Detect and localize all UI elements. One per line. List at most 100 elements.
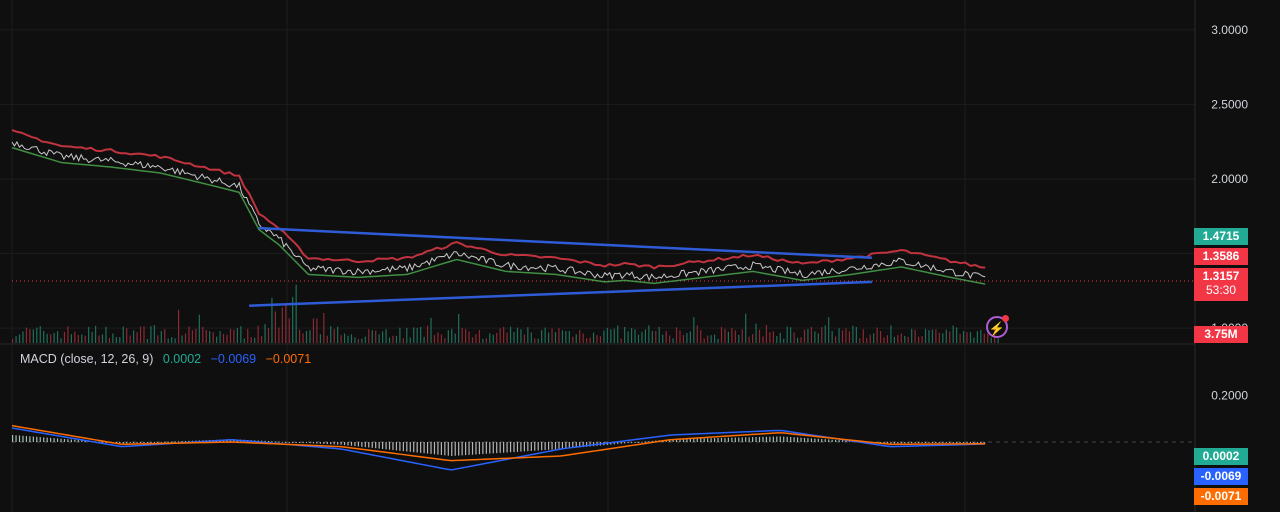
macd-hist-bar (800, 437, 802, 442)
macd-hist-bar (174, 441, 176, 443)
macd-hist-bar (883, 442, 885, 443)
volume-bar (675, 327, 678, 343)
macd-hist-bar (966, 442, 968, 443)
upper-trendline-badge: 1.4715 (1194, 228, 1248, 245)
macd-signal-badge: -0.0071 (1194, 488, 1248, 505)
macd-hist-bar (758, 436, 761, 442)
macd-hist-bar (980, 442, 982, 443)
macd-hist-bar (689, 438, 691, 442)
volume-bar (720, 326, 723, 343)
macd-hist-bar (904, 442, 906, 444)
macd-hist-bar (382, 442, 384, 449)
macd-hist-bar (50, 437, 52, 442)
volume-bar (174, 338, 176, 343)
macd-signal-line (11, 424, 986, 462)
volume-bar (129, 335, 131, 343)
volume-bar (139, 326, 142, 343)
macd-hist-bar (779, 436, 781, 442)
volume-bar (817, 333, 819, 343)
macd-hist-bar (630, 442, 633, 443)
volume-bar (399, 327, 401, 343)
macd-hist-bar (914, 442, 916, 444)
macd-hist-bar (554, 442, 557, 450)
volume-bar (689, 331, 691, 343)
volume-bar (12, 338, 14, 343)
volume-bar (575, 334, 577, 343)
macd-line-badge: -0.0069 (1194, 468, 1248, 485)
macd-hist-bar (900, 442, 902, 444)
macd-hist-bar (983, 442, 985, 443)
volume-bar (644, 329, 647, 343)
volume-bar (153, 325, 155, 343)
macd-hist-bar (886, 442, 889, 444)
volume-bar (260, 336, 263, 343)
volume-bar (651, 331, 653, 343)
volume-bar (752, 334, 754, 343)
volume-bar (240, 326, 242, 343)
volume-bar (873, 333, 875, 343)
macd-hist-bar (935, 442, 937, 443)
volume-bar (634, 329, 636, 343)
volume-bar (295, 284, 297, 343)
volume-bar (378, 334, 380, 343)
macd-hist-bar (976, 442, 978, 443)
macd-hist-bar (471, 442, 474, 455)
volume-bar (869, 334, 871, 343)
supertrend-up-line (11, 146, 986, 285)
macd-hist-bar (921, 442, 923, 443)
volume-bar (264, 324, 266, 343)
macd-hist-bar (15, 435, 17, 442)
macd-hist-bar (413, 442, 415, 453)
volume-bar (50, 334, 52, 343)
volume-bar (333, 329, 335, 343)
macd-hist-bar (959, 442, 961, 443)
volume-bar (464, 328, 467, 343)
volume-bar (855, 326, 857, 343)
macd-hist-bar (890, 442, 892, 444)
volume-bar (599, 336, 602, 343)
volume-bar (610, 329, 612, 343)
macd-hist-bar (828, 439, 830, 442)
macd-hist-bar (451, 442, 453, 456)
macd-hist-bar (637, 442, 640, 443)
volume-bar (886, 335, 889, 343)
volume-bar (952, 325, 954, 343)
volume-bar (122, 326, 124, 343)
volume-bar (565, 331, 567, 343)
chart-canvas[interactable]: 3.00002.50002.00001.00000.2000 (0, 0, 1280, 512)
volume-bar (160, 331, 162, 343)
macd-hist-bar (911, 442, 913, 444)
macd-hist-bar (765, 436, 768, 442)
volume-bar (60, 338, 62, 343)
volume-bar (547, 332, 550, 343)
volume-bar (371, 330, 373, 343)
volume-bar (357, 338, 359, 343)
volume-bar (717, 338, 719, 343)
volume-bar (672, 338, 674, 343)
lightning-icon[interactable]: ⚡ (986, 315, 1009, 338)
macd-hist-bar (333, 442, 335, 445)
macd-hist-bar (150, 442, 152, 443)
volume-bar (257, 325, 259, 343)
volume-bar (506, 332, 508, 343)
macd-hist-bar (707, 438, 709, 442)
macd-hist-bar (326, 442, 328, 445)
volume-bar (945, 329, 947, 343)
macd-hist-bar (371, 442, 373, 448)
volume-bar (938, 332, 940, 343)
macd-hist-bar (447, 442, 449, 456)
macd-hist-bar (803, 437, 806, 442)
macd-hist-bar (703, 438, 705, 442)
macd-hist-bar (956, 442, 958, 443)
volume-bar (112, 333, 114, 343)
volume-bar (91, 331, 93, 343)
macd-hist-bar (969, 442, 972, 443)
macd-hist-bar (12, 435, 14, 442)
volume-bar (184, 333, 187, 343)
volume-bar (890, 325, 892, 343)
macd-hist-bar (786, 436, 788, 442)
volume-bar (119, 337, 121, 343)
volume-bar (337, 326, 339, 343)
volume-bar (243, 338, 245, 343)
volume-bar (852, 325, 854, 343)
